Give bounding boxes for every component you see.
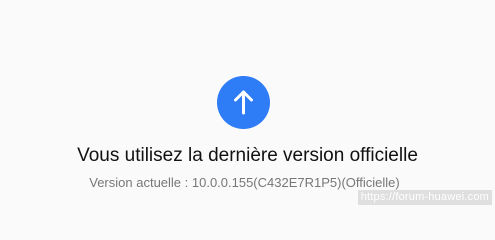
update-status-title: Vous utilisez la dernière version offici… [77, 145, 418, 166]
arrow-up-icon [217, 76, 270, 129]
forum-watermark: https://forum-huawei.com [357, 190, 492, 205]
current-version-text: Version actuelle : 10.0.0.155(C432E7R1P5… [89, 175, 400, 190]
